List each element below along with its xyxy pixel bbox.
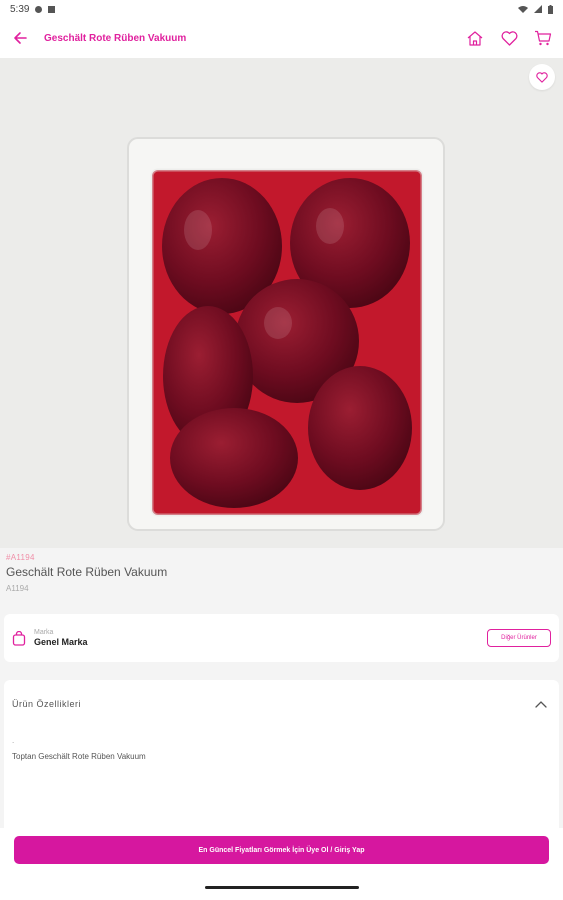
feature-bullet: . bbox=[12, 736, 15, 745]
vacuum-beet-package-image bbox=[127, 137, 445, 531]
home-button[interactable] bbox=[461, 24, 489, 52]
battery-icon bbox=[548, 4, 553, 14]
brand-name: Genel Marka bbox=[34, 637, 88, 647]
product-info: #A1194 Geschält Rote Rüben Vakuum A1194 bbox=[0, 548, 563, 608]
heart-icon bbox=[501, 30, 517, 46]
chevron-up-icon bbox=[535, 701, 547, 708]
product-code-highlight: #A1194 bbox=[6, 553, 35, 562]
app-bar: Geschält Rote Rüben Vakuum bbox=[0, 18, 563, 58]
signup-login-button[interactable]: En Güncel Fiyatları Görmek İçin Üye Ol /… bbox=[14, 836, 549, 864]
app-notification-icon bbox=[48, 5, 56, 13]
home-icon bbox=[467, 31, 483, 46]
cart-button[interactable] bbox=[529, 24, 557, 52]
product-name: Geschält Rote Rüben Vakuum bbox=[6, 565, 168, 579]
status-bar: 5:39 bbox=[0, 0, 563, 18]
brand-card: Marka Genel Marka Diğer Ürünler bbox=[4, 614, 559, 662]
brand-label: Marka bbox=[34, 629, 54, 636]
features-title: Ürün Özellikleri bbox=[12, 699, 82, 709]
product-features-card: Ürün Özellikleri . Toptan Geschält Rote … bbox=[4, 680, 559, 840]
other-products-button[interactable]: Diğer Ürünler bbox=[487, 629, 551, 647]
notification-icon bbox=[35, 5, 43, 13]
page-title: Geschält Rote Rüben Vakuum bbox=[44, 32, 187, 44]
bottom-cta-bar: En Güncel Fiyatları Görmek İçin Üye Ol /… bbox=[0, 828, 563, 900]
home-indicator[interactable] bbox=[205, 886, 359, 889]
heart-icon bbox=[536, 71, 548, 83]
features-header[interactable]: Ürün Özellikleri bbox=[4, 680, 559, 728]
signal-icon bbox=[534, 5, 542, 13]
status-time: 5:39 bbox=[10, 3, 30, 15]
back-arrow-icon bbox=[14, 32, 27, 44]
product-image bbox=[0, 58, 563, 548]
wifi-icon bbox=[518, 6, 528, 13]
feature-description: Toptan Geschält Rote Rüben Vakuum bbox=[12, 752, 146, 761]
cart-icon bbox=[535, 30, 552, 46]
add-to-favorites-button[interactable] bbox=[529, 64, 555, 90]
back-button[interactable] bbox=[0, 18, 40, 58]
features-collapse-button[interactable] bbox=[531, 694, 551, 714]
product-code: A1194 bbox=[6, 584, 29, 593]
shopping-bag-icon bbox=[12, 630, 26, 646]
favorites-button[interactable] bbox=[495, 24, 523, 52]
